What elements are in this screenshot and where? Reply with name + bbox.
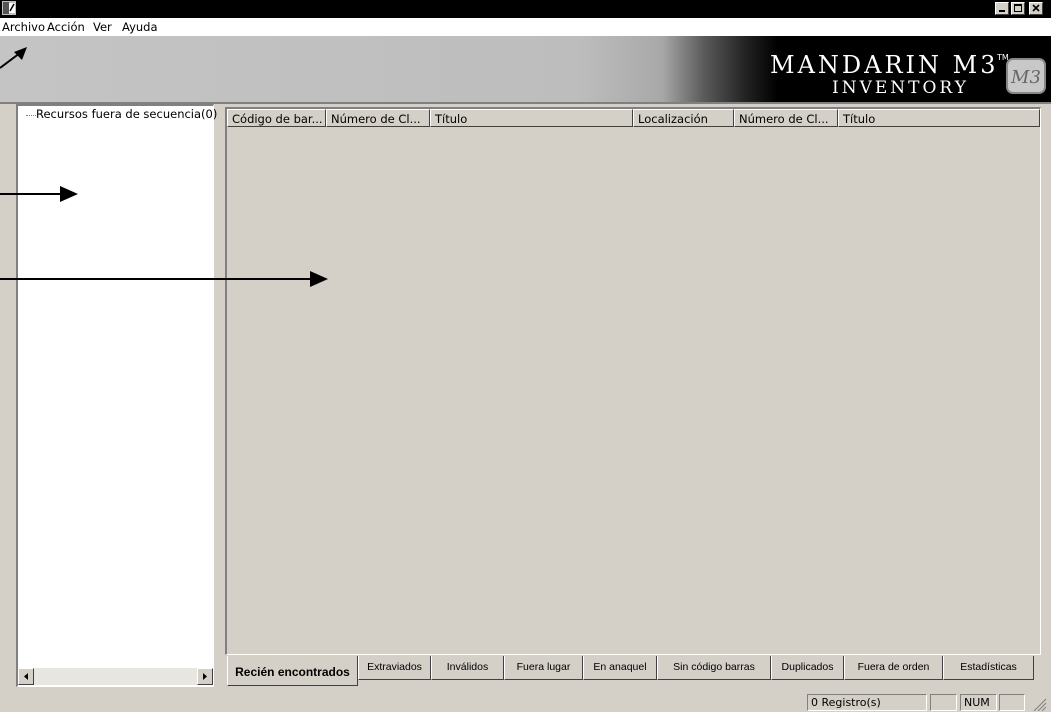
minimize-icon [999, 10, 1005, 12]
close-icon [1032, 4, 1040, 12]
list-header: Código de bar... Número de Cl... Título … [227, 109, 1040, 127]
tab-sin-codigo-barras[interactable]: Sin código barras [657, 656, 771, 680]
status-pane-empty-2 [999, 694, 1025, 711]
maximize-icon [1014, 4, 1022, 12]
tab-recien-encontrados[interactable]: Recién encontrados [227, 656, 358, 686]
column-header-title[interactable]: Título [430, 109, 633, 127]
tab-fuera-lugar[interactable]: Fuera lugar [504, 656, 583, 680]
m3-logo-icon: M3 [1006, 58, 1046, 94]
tree-horizontal-scrollbar[interactable] [18, 668, 213, 685]
menu-ayuda[interactable]: Ayuda [122, 20, 158, 34]
resize-grip-icon[interactable] [1031, 696, 1047, 711]
menu-bar: Archivo Acción Ver Ayuda [0, 18, 1051, 36]
tab-duplicados[interactable]: Duplicados [771, 656, 844, 680]
tab-extraviados[interactable]: Extraviados [358, 656, 431, 680]
arrow-left-icon [24, 673, 28, 680]
brand-subtitle: INVENTORY [832, 78, 969, 98]
menu-archivo[interactable]: Archivo [2, 20, 45, 34]
tab-fuera-de-orden[interactable]: Fuera de orden [844, 656, 943, 680]
column-header-barcode[interactable]: Código de bar... [227, 109, 326, 127]
app-icon[interactable] [2, 1, 16, 15]
arrow-right-icon [203, 673, 207, 680]
menu-accion[interactable]: Acción [47, 20, 85, 34]
results-list[interactable] [225, 107, 1041, 655]
column-header-call-number[interactable]: Número de Cl... [326, 109, 430, 127]
tab-invalidos[interactable]: Inválidos [431, 656, 504, 680]
tree-connector [26, 115, 36, 116]
column-header-call-number-2[interactable]: Número de Cl... [734, 109, 838, 127]
result-tabs: Recién encontrados Extraviados Inválidos… [227, 656, 1042, 688]
status-num-lock: NUM [960, 694, 997, 711]
menu-ver[interactable]: Ver [93, 20, 112, 34]
status-bar: 0 Registro(s) NUM [0, 692, 1051, 712]
tree-panel[interactable] [16, 104, 214, 687]
scroll-right-button[interactable] [197, 668, 213, 685]
tab-en-anaquel[interactable]: En anaquel [583, 656, 657, 680]
status-records: 0 Registro(s) [807, 694, 927, 711]
close-button[interactable] [1029, 2, 1043, 15]
tab-estadisticas[interactable]: Estadísticas [943, 656, 1034, 680]
scroll-left-button[interactable] [18, 668, 34, 685]
column-header-title-2[interactable]: Título [838, 109, 1040, 127]
logo-text: M3 [1010, 67, 1041, 88]
window-title: M3 Inventario - Comenzado en: 27/06/2002… [20, 2, 387, 15]
brand-name: MANDARIN M3 [770, 51, 999, 79]
maximize-button[interactable] [1011, 2, 1025, 15]
column-header-location[interactable]: Localización [633, 109, 734, 127]
tree-item-out-of-sequence[interactable]: Recursos fuera de secuencia(0) [36, 107, 217, 121]
minimize-button[interactable] [995, 2, 1009, 15]
status-pane-empty [930, 694, 957, 711]
